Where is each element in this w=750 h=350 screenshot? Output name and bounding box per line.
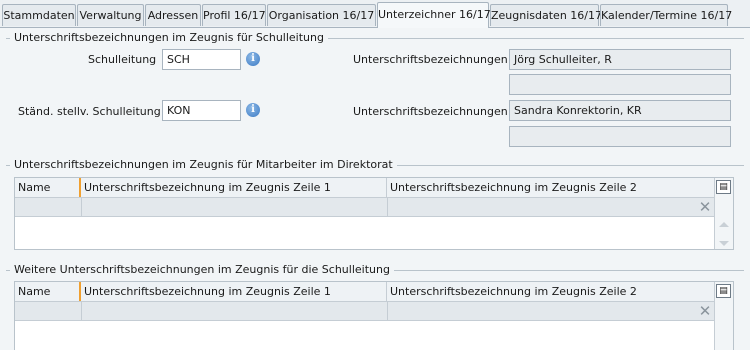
grid-scrollbar[interactable]: ▤ (714, 178, 733, 249)
sig-label-schulleitung: Unterschriftsbezeichnungen (353, 53, 508, 66)
sig-field-schulleitung-1: Jörg Schulleiter, R (509, 49, 731, 70)
sig-field-schulleitung-2 (509, 74, 731, 95)
grid-menu-icon[interactable]: ▤ (716, 284, 731, 298)
scroll-up-icon[interactable] (719, 222, 729, 227)
stellv-schulleitung-label: Ständ. stellv. Schulleitung (18, 105, 161, 118)
tab-kalender-termine[interactable]: Kalender/Termine 16/17 (600, 4, 732, 26)
tab-unterzeichner[interactable]: Unterzeichner 16/17 (377, 2, 491, 28)
filter-zeile-1[interactable] (82, 198, 388, 216)
info-icon[interactable]: i (246, 103, 260, 117)
filter-name[interactable] (15, 302, 82, 320)
column-zeile-1[interactable]: Unterschriftsbezeichnung im Zeugnis Zeil… (79, 282, 386, 301)
clear-filter-icon[interactable]: ✕ (697, 199, 713, 215)
grid-header: Name Unterschriftsbezeichnung im Zeugnis… (15, 282, 715, 302)
filter-zeile-2[interactable] (388, 302, 694, 320)
filter-row (15, 198, 715, 217)
filter-name[interactable] (15, 198, 82, 216)
grid-menu-icon[interactable]: ▤ (716, 180, 731, 194)
filter-zeile-2[interactable] (388, 198, 694, 216)
grid-scrollbar[interactable]: ▤ (714, 282, 733, 350)
section-title-weitere: Weitere Unterschriftsbezeichnungen im Ze… (10, 263, 394, 276)
grid-header: Name Unterschriftsbezeichnung im Zeugnis… (15, 178, 715, 198)
section-title-schulleitung: Unterschriftsbezeichnungen im Zeugnis fü… (10, 31, 328, 44)
filter-row (15, 302, 715, 321)
sig-label-stellv: Unterschriftsbezeichnungen (353, 105, 508, 118)
tab-stammdaten[interactable]: Stammdaten (2, 4, 76, 26)
column-zeile-2[interactable]: Unterschriftsbezeichnung im Zeugnis Zeil… (386, 178, 715, 197)
section-title-direktorat: Unterschriftsbezeichnungen im Zeugnis fü… (10, 158, 397, 171)
tab-zeugnisdaten[interactable]: Zeugnisdaten 16/17 (490, 4, 602, 26)
clear-filter-icon[interactable]: ✕ (697, 303, 713, 319)
schulleitung-label: Schulleitung (88, 53, 157, 66)
tab-organisation[interactable]: Organisation 16/17 (267, 4, 376, 26)
schulleitung-input[interactable]: SCH (162, 49, 241, 70)
column-name[interactable]: Name (15, 178, 79, 197)
direktorat-grid: Name Unterschriftsbezeichnung im Zeugnis… (14, 177, 734, 250)
column-zeile-2[interactable]: Unterschriftsbezeichnung im Zeugnis Zeil… (386, 282, 715, 301)
tab-bar: Stammdaten Verwaltung Adressen Profil 16… (0, 0, 750, 28)
stellv-schulleitung-input[interactable]: KON (162, 100, 241, 121)
filter-zeile-1[interactable] (82, 302, 388, 320)
tab-verwaltung[interactable]: Verwaltung (77, 4, 144, 26)
tab-adressen[interactable]: Adressen (145, 4, 201, 26)
sig-field-stellv-2 (509, 126, 731, 147)
column-zeile-1[interactable]: Unterschriftsbezeichnung im Zeugnis Zeil… (79, 178, 386, 197)
sig-field-stellv-1: Sandra Konrektorin, KR (509, 100, 731, 121)
scroll-down-icon[interactable] (719, 241, 729, 246)
tab-profil[interactable]: Profil 16/17 (202, 4, 266, 26)
weitere-grid: Name Unterschriftsbezeichnung im Zeugnis… (14, 281, 734, 350)
column-name[interactable]: Name (15, 282, 79, 301)
info-icon[interactable]: i (246, 52, 260, 66)
